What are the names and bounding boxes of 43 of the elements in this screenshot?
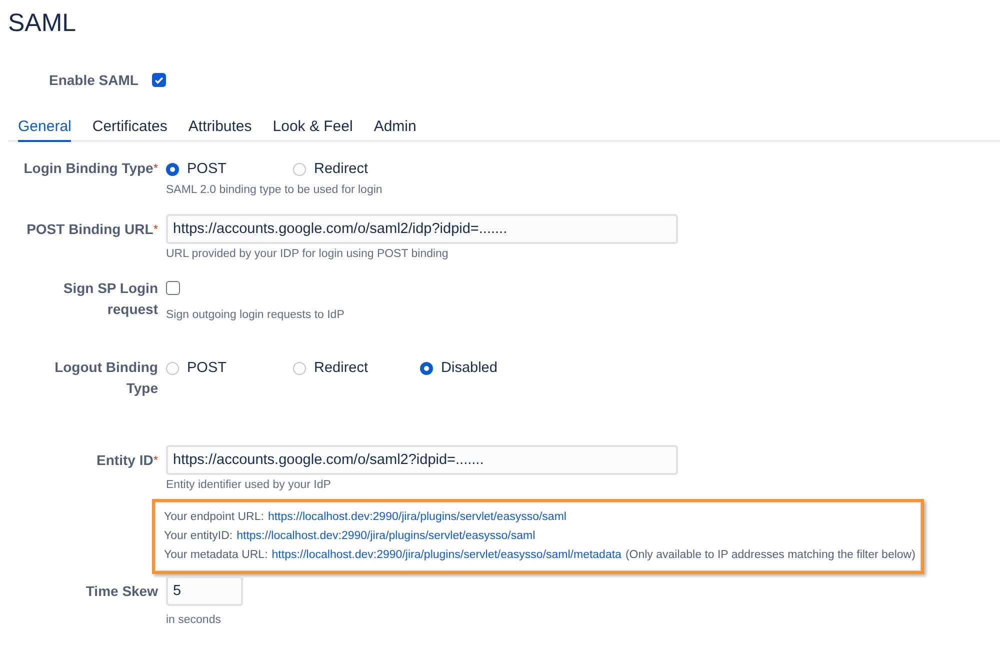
input-field[interactable]: 5 [166,576,243,606]
help-text: Sign outgoing login requests to IdP [166,309,346,321]
radio-label: POST [187,161,226,177]
help-text: URL provided by your IDP for login using POST binding [166,248,450,260]
required-marker: * [153,221,158,238]
field-label: Login Binding Type [24,159,154,178]
required-marker: * [153,160,158,177]
url-link[interactable]: https://localhost.dev:2990/jira/plugins/servlet/easysso/saml [236,530,536,542]
checkbox[interactable] [166,281,180,295]
field-label: Sign SP Login request [62,279,158,319]
info-text: Your metadata URL: [164,549,268,561]
field-label: POST Binding URL [26,220,154,239]
radio-label: POST [187,360,226,376]
input-field[interactable]: https://accounts.google.com/o/saml2?idpid=....... [166,445,678,475]
radio-button[interactable] [420,362,433,374]
field-label: Entity ID [96,451,154,470]
radio-button[interactable] [293,362,306,374]
help-text: SAML 2.0 binding type to be used for login [166,184,384,196]
tab[interactable]: Admin [374,114,416,142]
field-label: Enable SAML [49,72,138,88]
url-link[interactable]: https://localhost.dev:2990/jira/plugins/servlet/easysso/saml [268,511,566,523]
radio-button[interactable] [166,162,179,176]
required-marker: * [153,452,158,469]
url-link[interactable]: https://localhost.dev:2990/jira/plugins/servlet/easysso/saml/metadata [272,549,622,561]
field-label: Time Skew [86,582,158,601]
field-label: Logout Binding Type [54,358,158,398]
radio-label: Redirect [314,161,368,177]
tab[interactable]: Certificates [92,114,168,142]
radio-label: Disabled [441,360,498,376]
input-field[interactable]: https://accounts.google.com/o/saml2/idp?idpid=....... [166,214,678,244]
info-text: Your entityID: [164,530,233,542]
page-title: SAML [8,8,78,38]
radio-label: Redirect [314,360,368,376]
info-text: Your endpoint URL: [164,511,264,523]
radio-button[interactable] [293,162,306,176]
tab[interactable]: Look & Feel [272,114,353,142]
help-text: in seconds [166,614,222,626]
checkbox[interactable] [152,73,166,87]
radio-button[interactable] [166,362,179,374]
info-note: (Only available to IP addresses matching the filter below) [625,549,916,561]
tab[interactable]: Attributes [188,114,252,142]
tab[interactable]: General [18,114,72,142]
help-text: Entity identifier used by your IdP [166,479,332,491]
